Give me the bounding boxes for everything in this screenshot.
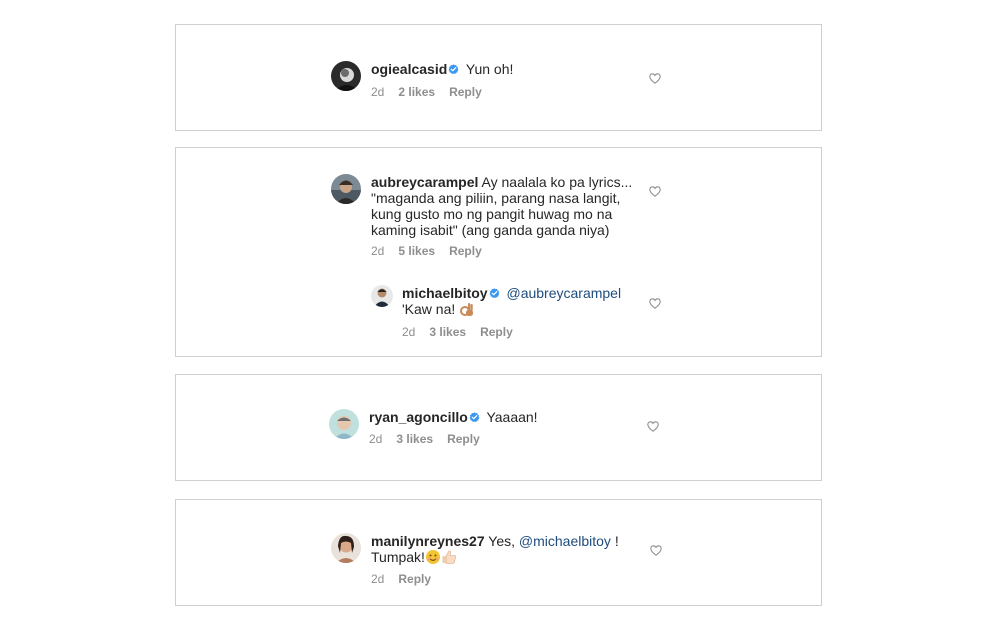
comment-username[interactable]: aubreycarampel bbox=[371, 174, 478, 190]
comment-likes[interactable]: 3 likes bbox=[396, 432, 433, 446]
thumbs-up-emoji bbox=[442, 550, 456, 564]
comment-card: ogiealcasid Yun oh! 2d 2 likes Reply bbox=[175, 24, 822, 131]
reply-likes[interactable]: 3 likes bbox=[429, 325, 466, 339]
comment-meta: 2d 3 likes Reply bbox=[369, 432, 494, 446]
comment-card: manilynreynes27 Yes, @michaelbitoy ! Tum… bbox=[175, 499, 822, 606]
verified-badge-icon bbox=[488, 288, 500, 299]
avatar[interactable] bbox=[371, 285, 393, 307]
comment-time[interactable]: 2d bbox=[371, 244, 384, 258]
heart-outline-icon[interactable] bbox=[650, 545, 662, 556]
verified-badge-icon bbox=[468, 412, 480, 423]
reply-meta: 2d 3 likes Reply bbox=[402, 325, 527, 339]
heart-outline-icon[interactable] bbox=[647, 421, 659, 432]
comment-card: ryan_agoncillo Yaaaan! 2d 3 likes Reply bbox=[175, 374, 822, 481]
mention-link[interactable]: @michaelbitoy bbox=[519, 533, 611, 549]
reply-button[interactable]: Reply bbox=[398, 572, 431, 586]
comment-username[interactable]: ryan_agoncillo bbox=[369, 409, 468, 425]
reply-username[interactable]: michaelbitoy bbox=[402, 285, 488, 301]
comment-text: Yes, bbox=[488, 533, 515, 549]
comment-text: Tumpak! bbox=[371, 549, 425, 565]
comment-time[interactable]: 2d bbox=[371, 572, 384, 586]
avatar[interactable] bbox=[331, 533, 361, 563]
reply-button[interactable]: Reply bbox=[449, 244, 482, 258]
comment-meta: 2d Reply bbox=[371, 572, 445, 586]
comment-time[interactable]: 2d bbox=[369, 432, 382, 446]
reply-text: 'Kaw na! bbox=[402, 301, 456, 317]
smiling-face-emoji bbox=[425, 550, 440, 564]
comment-text-line: "maganda ang piliin, parang nasa langit, bbox=[371, 190, 621, 206]
reply-button[interactable]: Reply bbox=[480, 325, 513, 339]
comment-text-line: kung gusto mo ng pangit huwag mo na bbox=[371, 206, 613, 222]
avatar[interactable] bbox=[331, 61, 361, 91]
comment-body: ryan_agoncillo Yaaaan! bbox=[369, 409, 538, 425]
comment-likes[interactable]: 2 likes bbox=[398, 85, 435, 99]
comment-text: Yaaaan! bbox=[486, 409, 538, 425]
heart-outline-icon[interactable] bbox=[649, 298, 661, 309]
avatar[interactable] bbox=[329, 409, 359, 439]
comment-text-line: kaming isabit" (ang ganda ganda niya) bbox=[371, 222, 610, 238]
verified-badge-icon bbox=[448, 64, 460, 75]
comment-time[interactable]: 2d bbox=[371, 85, 384, 99]
comment-body: manilynreynes27 Yes, @michaelbitoy ! Tum… bbox=[371, 533, 641, 565]
comment-meta: 2d 2 likes Reply bbox=[371, 85, 496, 99]
ok-hand-emoji bbox=[460, 303, 474, 316]
heart-outline-icon[interactable] bbox=[649, 73, 661, 84]
comment-text: ! bbox=[614, 533, 619, 549]
mention-link[interactable]: @aubreycarampel bbox=[506, 285, 621, 301]
reply-body: michaelbitoy @aubreycarampel 'Kaw na! bbox=[402, 285, 642, 317]
heart-outline-icon[interactable] bbox=[649, 186, 661, 197]
comment-username[interactable]: manilynreynes27 bbox=[371, 533, 485, 549]
reply-button[interactable]: Reply bbox=[447, 432, 480, 446]
comment-likes[interactable]: 5 likes bbox=[398, 244, 435, 258]
reply-button[interactable]: Reply bbox=[449, 85, 482, 99]
comment-username[interactable]: ogiealcasid bbox=[371, 61, 447, 77]
avatar[interactable] bbox=[331, 174, 361, 204]
comment-meta: 2d 5 likes Reply bbox=[371, 244, 496, 258]
comment-body: ogiealcasid Yun oh! bbox=[371, 61, 513, 77]
comment-text-line: Ay naalala ko pa lyrics... bbox=[481, 174, 633, 190]
reply-time[interactable]: 2d bbox=[402, 325, 415, 339]
comment-text: Yun oh! bbox=[465, 61, 514, 77]
comment-body: aubreycarampel Ay naalala ko pa lyrics..… bbox=[371, 174, 641, 238]
comment-card: aubreycarampel Ay naalala ko pa lyrics..… bbox=[175, 147, 822, 357]
